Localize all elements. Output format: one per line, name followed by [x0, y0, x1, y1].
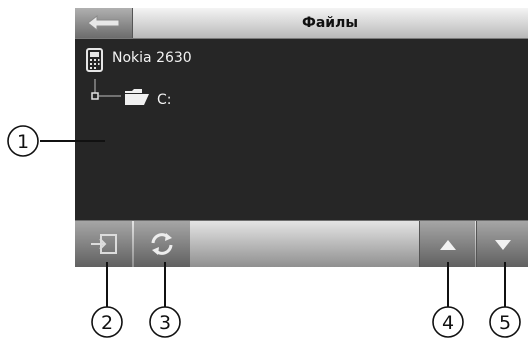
- callout-number-3: 3: [159, 312, 171, 334]
- callout-overlay: 1 2 3 4 5: [7, 125, 521, 338]
- callout-number-4: 4: [442, 312, 454, 334]
- callout-number-5: 5: [499, 312, 511, 334]
- callout-number-2: 2: [101, 312, 113, 334]
- callout-number-1: 1: [17, 131, 29, 153]
